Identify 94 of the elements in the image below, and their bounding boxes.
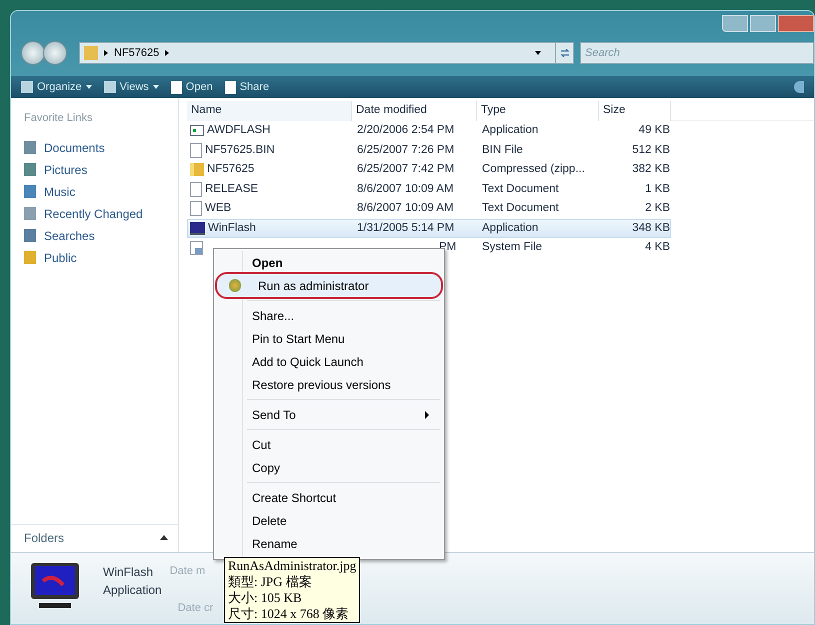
tooltip-line: RunAsAdministrator.jpg — [228, 558, 356, 574]
tooltip-line: 尺寸: 1024 x 768 像素 — [228, 606, 350, 622]
file-name: WEB — [205, 201, 232, 216]
size-cell-text: 4 KB — [645, 240, 670, 256]
dropdown-arrow-icon — [152, 85, 159, 89]
document-icon — [190, 182, 202, 197]
size-cell-text: 2 KB — [645, 201, 670, 216]
back-button[interactable] — [21, 41, 45, 65]
type-cell: Application — [482, 222, 538, 234]
date-cell: 1/31/2005 5:14 PM — [357, 222, 454, 234]
type-cell: Text Document — [482, 202, 559, 214]
column-header[interactable]: Type — [477, 101, 599, 121]
forward-button[interactable] — [43, 41, 67, 65]
file-row[interactable]: NF57625 6/25/2007 7:42 PM Compressed (zipp... 382 KB — [187, 160, 671, 180]
toolbar-button[interactable]: Open — [170, 78, 213, 96]
type-cell: Text Document — [482, 182, 559, 195]
file-name: WinFlash — [208, 220, 256, 236]
sidebar-item[interactable]: Public — [24, 246, 178, 268]
system-file-icon — [190, 240, 203, 255]
menu-item[interactable]: Restore previous versions — [217, 373, 441, 396]
date-cell-text: PM — [438, 241, 456, 254]
file-name: NF57625 — [207, 162, 254, 178]
date-cell: 8/6/2007 10:09 AM — [357, 202, 454, 214]
type-cell: Application — [482, 124, 538, 136]
size-cell-text: 348 KB — [632, 220, 670, 236]
file-name: NF57625.BIN — [205, 142, 275, 158]
menu-item[interactable]: Pin to Start Menu — [217, 327, 441, 350]
minimize-button[interactable] — [722, 15, 748, 32]
size-cell-text: 382 KB — [632, 162, 670, 178]
document-icon — [190, 201, 202, 216]
date-cell: 2/20/2006 2:54 PM — [357, 124, 454, 136]
column-header[interactable]: Date modified — [352, 101, 477, 121]
menu-item[interactable]: Delete — [217, 509, 441, 532]
type-cell: BIN File — [482, 144, 523, 156]
file-row[interactable]: RELEASE 8/6/2007 10:09 AM Text Document 1 KB — [187, 180, 671, 199]
menu-item[interactable]: Create Shortcut — [217, 486, 441, 509]
menu-item[interactable]: Share... — [217, 304, 441, 327]
file-name: RELEASE — [205, 182, 258, 197]
menu-item[interactable]: Copy — [217, 456, 441, 479]
document-icon — [190, 142, 202, 158]
menu-item[interactable]: Add to Quick Launch — [217, 350, 441, 373]
toolbar-button[interactable]: Views — [104, 78, 159, 96]
type-cell: System File — [482, 241, 542, 254]
file-type: Application — [103, 582, 162, 599]
dropdown-arrow-icon — [535, 51, 541, 55]
page-icon — [170, 80, 182, 94]
sidebar-item[interactable]: Documents — [24, 136, 178, 158]
file-row[interactable]: NF57625.BIN 6/25/2007 7:26 PM BIN File 512 KB — [187, 140, 671, 160]
file-row[interactable]: AWDFLASH 2/20/2006 2:54 PM Application 49 KB — [187, 121, 671, 140]
tooltip-line: 類型: JPG 檔案 — [228, 574, 313, 590]
application-icon — [190, 222, 205, 235]
zip-folder-icon — [190, 163, 204, 176]
computer-monitor-icon — [29, 561, 81, 611]
menu-item[interactable]: Send To — [217, 403, 441, 426]
close-button[interactable] — [778, 15, 814, 32]
file-name: WinFlash — [103, 564, 154, 581]
page-icon — [224, 80, 236, 94]
file-name: AWDFLASH — [207, 123, 270, 138]
breadcrumb-arrow-icon — [165, 50, 170, 56]
collapse-caret-icon — [160, 535, 168, 540]
date-cell: 6/25/2007 7:42 PM — [357, 163, 454, 176]
toolbar-button[interactable]: Share — [224, 78, 270, 96]
sidebar-item[interactable]: Pictures — [24, 158, 178, 180]
breadcrumb-arrow-icon — [104, 50, 108, 56]
toolbar-button[interactable]: Organize — [21, 78, 92, 96]
property-label: Date m — [170, 564, 206, 579]
sidebar-item[interactable]: Music — [24, 180, 178, 202]
sidebar-item[interactable]: Searches — [24, 224, 178, 246]
submenu-arrow-icon — [425, 410, 429, 418]
size-cell-text: 49 KB — [638, 123, 670, 138]
date-cell: 8/6/2007 10:09 AM — [357, 182, 454, 195]
maximize-button[interactable] — [750, 15, 776, 32]
column-header[interactable]: Size — [599, 101, 671, 121]
property-label: Date cr — [178, 600, 214, 616]
tooltip-line: 大小: 105 KB — [228, 590, 303, 606]
menu-item[interactable]: Cut — [217, 433, 441, 456]
menu-item[interactable]: Run as administrator — [217, 274, 441, 297]
sidebar-item[interactable]: Recently Changed — [24, 202, 178, 224]
pane-heading: Favorite Links — [24, 111, 94, 126]
folders-header[interactable]: Folders — [11, 524, 178, 550]
dropdown-arrow-icon — [86, 85, 92, 89]
search-field[interactable]: Search — [580, 42, 814, 64]
breadcrumb-item[interactable]: NF57625 — [114, 44, 160, 62]
column-header[interactable]: Name — [187, 101, 352, 121]
size-cell-text: 1 KB — [645, 182, 670, 197]
refresh-icon[interactable] — [560, 49, 570, 57]
application-icon — [190, 125, 204, 136]
menu-item[interactable]: Rename — [217, 532, 441, 555]
type-cell: Compressed (zipp... — [482, 163, 585, 176]
file-row[interactable]: WinFlash 1/31/2005 5:14 PM Application 348 KB — [187, 218, 671, 238]
file-row[interactable]: WEB 8/6/2007 10:09 AM Text Document 2 KB — [187, 199, 671, 218]
address-field[interactable]: NF57625 — [79, 42, 574, 64]
size-cell-text: 512 KB — [632, 142, 670, 158]
date-cell: 6/25/2007 7:26 PM — [357, 144, 454, 156]
